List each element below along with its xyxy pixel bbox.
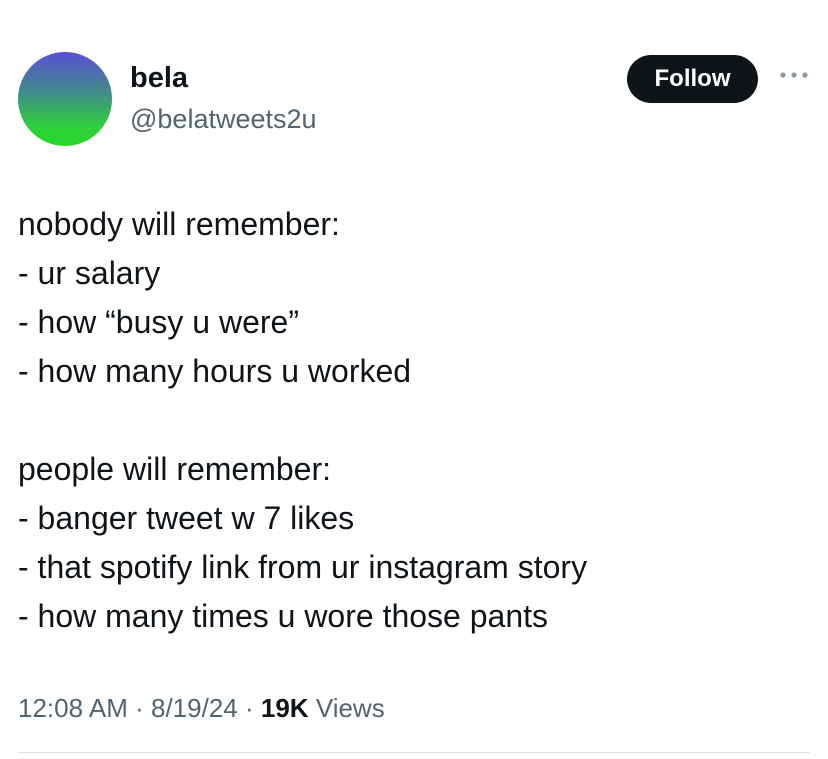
meta-separator: · <box>135 693 144 723</box>
tweet-line: - that spotify link from ur instagram st… <box>18 549 588 585</box>
author-display-name[interactable]: bela <box>130 60 188 96</box>
follow-button[interactable]: Follow <box>627 55 758 103</box>
ellipsis-icon <box>780 72 808 78</box>
author-handle[interactable]: @belatweets2u <box>130 102 317 136</box>
tweet-date[interactable]: 8/19/24 <box>151 693 238 723</box>
tweet-line: - ur salary <box>18 255 161 291</box>
tweet-line: - how many hours u worked <box>18 353 412 389</box>
tweet-line: - how many times u wore those pants <box>18 598 549 634</box>
views-label: Views <box>315 693 385 723</box>
tweet-line: - how “busy u were” <box>18 304 299 340</box>
tweet-time[interactable]: 12:08 AM <box>18 693 128 723</box>
avatar[interactable] <box>18 52 112 146</box>
tweet-line: - banger tweet w 7 likes <box>18 500 355 536</box>
more-options-button[interactable] <box>774 60 814 90</box>
tweet-line: people will remember: <box>18 451 332 487</box>
divider <box>18 752 810 753</box>
views-count: 19K <box>260 693 309 723</box>
meta-separator: · <box>244 693 254 723</box>
tweet-meta: 12:08 AM · 8/19/24 · 19K Views <box>18 690 385 726</box>
tweet-text: nobody will remember: - ur salary - how … <box>18 200 808 641</box>
tweet-line: nobody will remember: <box>18 206 340 242</box>
